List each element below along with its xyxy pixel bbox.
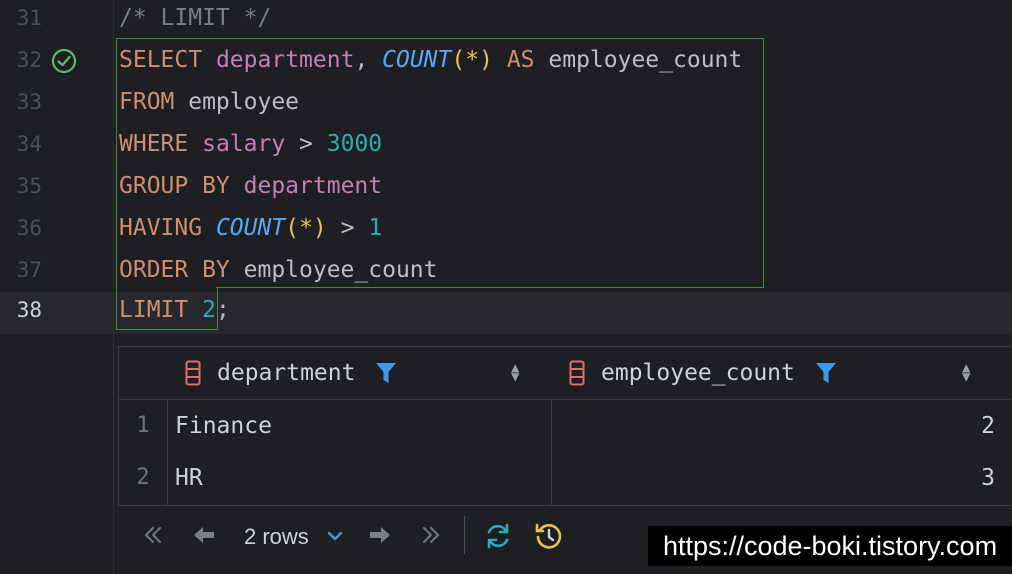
column-header-employee-count[interactable]: employee_count — [569, 347, 837, 399]
line-number: 31 — [16, 6, 42, 30]
column-name: department — [217, 360, 356, 386]
executed-statement-outline-edge — [216, 287, 763, 288]
column-name: employee_count — [601, 360, 795, 386]
query-success-check-icon[interactable] — [50, 47, 78, 75]
line-number: 33 — [16, 90, 42, 114]
gutter-divider — [113, 0, 114, 574]
next-page-icon[interactable] — [368, 524, 392, 546]
code-line[interactable]: 31 /* LIMIT */ — [0, 0, 1012, 42]
line-number: 32 — [16, 48, 42, 72]
line-number: 38 — [16, 298, 42, 322]
results-grid[interactable]: department ▲ ▼ employee_count ▲ ▼ 1 Financ… — [118, 346, 1012, 506]
table-row[interactable]: 1 Finance 2 — [119, 401, 1012, 451]
chevron-down-icon[interactable] — [327, 530, 343, 542]
filter-icon[interactable] — [375, 361, 397, 385]
refresh-icon[interactable] — [484, 522, 512, 550]
line-number: 36 — [16, 216, 42, 240]
results-header: department ▲ ▼ employee_count ▲ ▼ — [119, 347, 1012, 505]
prev-page-icon[interactable] — [192, 524, 216, 546]
watermark: https://code-boki.tistory.com — [648, 526, 1012, 566]
row-number: 2 — [136, 465, 150, 490]
cell-employee-count[interactable]: 2 — [981, 413, 995, 439]
code-text: /* LIMIT */ — [119, 5, 272, 31]
sort-icon[interactable]: ▲ ▼ — [962, 361, 970, 384]
executed-statement-outline-tail — [116, 287, 218, 330]
filter-icon[interactable] — [815, 361, 837, 385]
first-page-icon[interactable] — [142, 524, 164, 546]
history-icon[interactable] — [534, 521, 564, 551]
toolbar-divider — [464, 516, 465, 554]
cell-employee-count[interactable]: 3 — [981, 465, 995, 491]
cell-department[interactable]: Finance — [175, 413, 272, 439]
executed-statement-outline — [116, 38, 764, 288]
column-icon — [185, 360, 201, 386]
row-number: 1 — [136, 413, 150, 438]
line-number: 37 — [16, 258, 42, 282]
cell-department[interactable]: HR — [175, 465, 203, 491]
table-row[interactable]: 2 HR 3 — [119, 453, 1012, 503]
last-page-icon[interactable] — [420, 524, 442, 546]
sort-icon[interactable]: ▲ ▼ — [511, 361, 519, 384]
sql-editor[interactable]: 31 /* LIMIT */ 32 SELECT department, COU… — [0, 0, 1012, 340]
line-number: 34 — [16, 132, 42, 156]
column-header-department[interactable]: department — [185, 347, 397, 399]
line-number: 35 — [16, 174, 42, 198]
column-icon — [569, 360, 585, 386]
rows-count-dropdown[interactable]: 2 rows — [244, 524, 309, 550]
